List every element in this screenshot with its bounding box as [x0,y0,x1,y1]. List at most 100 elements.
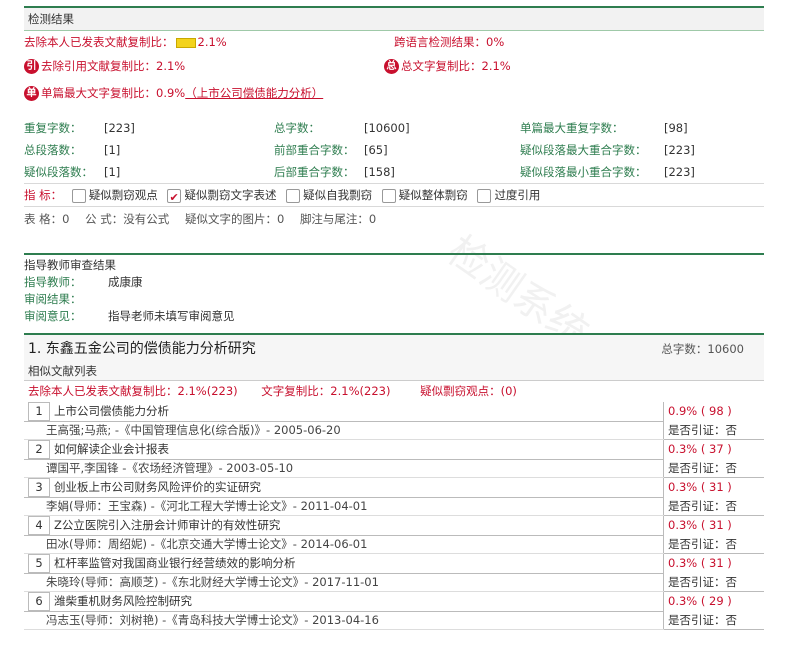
table-row: 王高强;马燕; -《中国管理信息化(综合版)》- 2005-06-20 是否引证… [24,421,764,440]
stat-label: 总字数： [274,121,320,135]
table-row: 2 如何解读企业会计报表 0.3% ( 37 ) [24,439,764,460]
doc-authors: 王高强;马燕; -《中国管理信息化(综合版)》- 2005-06-20 [24,421,664,440]
indicator-option-label: 疑似剽窃观点 [88,188,158,202]
stats-row: 重复字数： [223] 总字数： [10600] 单篇最大重复字数： [98] [24,117,764,139]
stat-value: [98] [664,121,688,135]
doc-title-link[interactable]: 杠杆率监管对我国商业银行经营绩效的影响分析 [54,556,296,570]
doc-percent: 0.3% ( 29 ) [663,591,764,612]
stat-value: [223] [104,121,135,135]
table-row: 6 潍柴重机财务风险控制研究 0.3% ( 29 ) [24,591,764,612]
indicator-row: 指 标： 疑似剽窃观点 疑似剽窃文字表述 疑似自我剽窃 疑似整体剽窃 过度引用 [24,183,764,209]
indicator-label: 指 标： [24,188,63,202]
indicator-checkbox[interactable] [71,188,86,203]
cross-lang-label: 跨语言检测结果： [394,35,486,49]
review-label: 指导教师： [24,275,82,289]
table-row: 朱晓玲(导师：高顺芝) -《东北财经大学博士论文》- 2017-11-01 是否… [24,573,764,592]
single-max-value: 0.9% [156,86,186,100]
review-header: 指导教师审查结果 [24,258,116,272]
doc-title-link[interactable]: 潍柴重机财务风险控制研究 [54,594,192,608]
table-row: 3 创业板上市公司财务风险评价的实证研究 0.3% ( 31 ) [24,477,764,498]
exclude-own-label: 去除本人已发表文献复制比： [24,35,174,49]
meta-images: 疑似文字的图片：0 [184,212,285,226]
doc-title-cell[interactable]: 5 杠杆率监管对我国商业银行经营绩效的影响分析 [24,553,664,574]
stat-label: 单篇最大重复字数： [520,121,624,135]
stat-value: [65] [364,143,388,157]
review-label: 审阅结果： [24,292,82,306]
exclude-cite-label: 去除引用文献复制比： [41,59,156,73]
summary-exclude-own: 去除本人已发表文献复制比：2.1%(223) [28,384,238,398]
stat-value: [1] [104,165,121,179]
review-value: 成康康 [108,275,143,289]
single-badge-icon: 单 [24,86,39,101]
indicator-option-label: 疑似整体剽窃 [398,188,468,202]
cite-badge-icon: 引 [24,59,39,74]
single-max-link[interactable]: （上市公司偿债能力分析） [185,86,323,100]
doc-title-cell[interactable]: 6 潍柴重机财务风险控制研究 [24,591,664,612]
report-page: 检测结果 去除本人已发表文献复制比： 2.1% 跨语言检测结果：0% 引去除引用文… [24,6,764,630]
indicator-checkbox-checked[interactable] [167,187,182,209]
document-title-row: 1. 东鑫五金公司的偿债能力分析研究 总字数：10600 [24,333,764,363]
summary-text-copy: 文字复制比：2.1%(223) [261,384,391,398]
stat-value: [223] [664,143,695,157]
doc-cite: 是否引证：否 [663,611,764,630]
meta-formulas: 公 式：没有公式 [85,212,170,226]
stats-row: 总段落数： [1] 前部重合字数： [65] 疑似段落最大重合字数： [223] [24,139,764,161]
exclude-own-row: 去除本人已发表文献复制比： 2.1% 跨语言检测结果：0% [24,31,764,53]
table-row: 谭国平,李国锋 -《农场经济管理》- 2003-05-10 是否引证：否 [24,459,764,478]
stat-label: 疑似段落数： [24,165,93,179]
stat-label: 重复字数： [24,121,82,135]
table-row: 5 杠杆率监管对我国商业银行经营绩效的影响分析 0.3% ( 31 ) [24,553,764,574]
exclude-cite-row: 引去除引用文献复制比：2.1% 总总文字复制比：2.1% [24,53,764,79]
review-row: 指导教师： 成康康 [24,274,764,291]
doc-authors: 冯志玉(导师：刘树艳) -《青岛科技大学博士论文》- 2013-04-16 [24,611,664,630]
total-copy-value: 2.1% [481,59,511,73]
stat-label: 疑似段落最小重合字数： [520,165,647,179]
indicator-checkbox[interactable] [286,188,301,203]
indicator-option-label: 过度引用 [494,188,541,202]
summary-plagiarism: 疑似剽窃观点：(0) [420,384,517,398]
single-max-label: 单篇最大文字复制比： [41,86,156,100]
table-row: 1 上市公司偿债能力分析 0.9% ( 98 ) [24,402,764,422]
indicator-option-label: 疑似剽窃文字表述 [184,188,277,202]
doc-percent: 0.9% ( 98 ) [663,402,764,422]
review-row: 审阅意见： 指导老师未填写审阅意见 [24,308,764,325]
doc-cite: 是否引证：否 [663,573,764,592]
indicator-checkbox[interactable] [381,188,396,203]
review-row: 审阅结果： [24,291,764,308]
doc-title-cell[interactable]: 1 上市公司偿债能力分析 [24,402,664,422]
stat-value: [158] [364,165,395,179]
stat-label: 总段落数： [24,143,82,157]
meta-footnotes: 脚注与尾注：0 [299,212,377,226]
table-row: 冯志玉(导师：刘树艳) -《青岛科技大学博士论文》- 2013-04-16 是否… [24,611,764,630]
table-row: 4 Z公立医院引入注册会计师审计的有效性研究 0.3% ( 31 ) [24,515,764,536]
indicator-checkbox[interactable] [477,188,492,203]
document-title: 1. 东鑫五金公司的偿债能力分析研究 [28,341,256,357]
stat-label: 后部重合字数： [274,165,355,179]
meta-tables: 表 格：0 [24,212,70,226]
doc-title-link[interactable]: 如何解读企业会计报表 [54,442,169,456]
doc-title-link[interactable]: Z公立医院引入注册会计师审计的有效性研究 [54,518,280,532]
doc-percent: 0.3% ( 37 ) [663,439,764,460]
ratio-bar-icon [175,37,196,48]
doc-title-cell[interactable]: 2 如何解读企业会计报表 [24,439,664,460]
doc-percent: 0.3% ( 31 ) [663,515,764,536]
table-row: 田冰(导师：周绍妮) -《北京交通大学博士论文》- 2014-06-01 是否引… [24,535,764,554]
stat-value: [10600] [364,121,410,135]
doc-title-cell[interactable]: 4 Z公立医院引入注册会计师审计的有效性研究 [24,515,664,536]
doc-number: 3 [28,478,50,497]
doc-title-link[interactable]: 创业板上市公司财务风险评价的实证研究 [54,480,261,494]
similar-summary-row: 去除本人已发表文献复制比：2.1%(223) 文字复制比：2.1%(223) 疑… [24,381,764,402]
stat-value: [1] [104,143,121,157]
doc-authors: 李娟(导师：王宝森) -《河北工程大学博士论文》- 2011-04-01 [24,497,664,516]
doc-authors: 谭国平,李国锋 -《农场经济管理》- 2003-05-10 [24,459,664,478]
stat-label: 疑似段落最大重合字数： [520,143,647,157]
doc-cite: 是否引证：否 [663,497,764,516]
similar-list-header: 相似文献列表 [24,363,764,381]
review-label: 审阅意见： [24,309,82,323]
doc-percent: 0.3% ( 31 ) [663,553,764,574]
doc-cite: 是否引证：否 [663,459,764,478]
table-row: 李娟(导师：王宝森) -《河北工程大学博士论文》- 2011-04-01 是否引… [24,497,764,516]
doc-title-link[interactable]: 上市公司偿债能力分析 [54,404,169,418]
doc-title-cell[interactable]: 3 创业板上市公司财务风险评价的实证研究 [24,477,664,498]
doc-authors: 朱晓玲(导师：高顺芝) -《东北财经大学博士论文》- 2017-11-01 [24,573,664,592]
